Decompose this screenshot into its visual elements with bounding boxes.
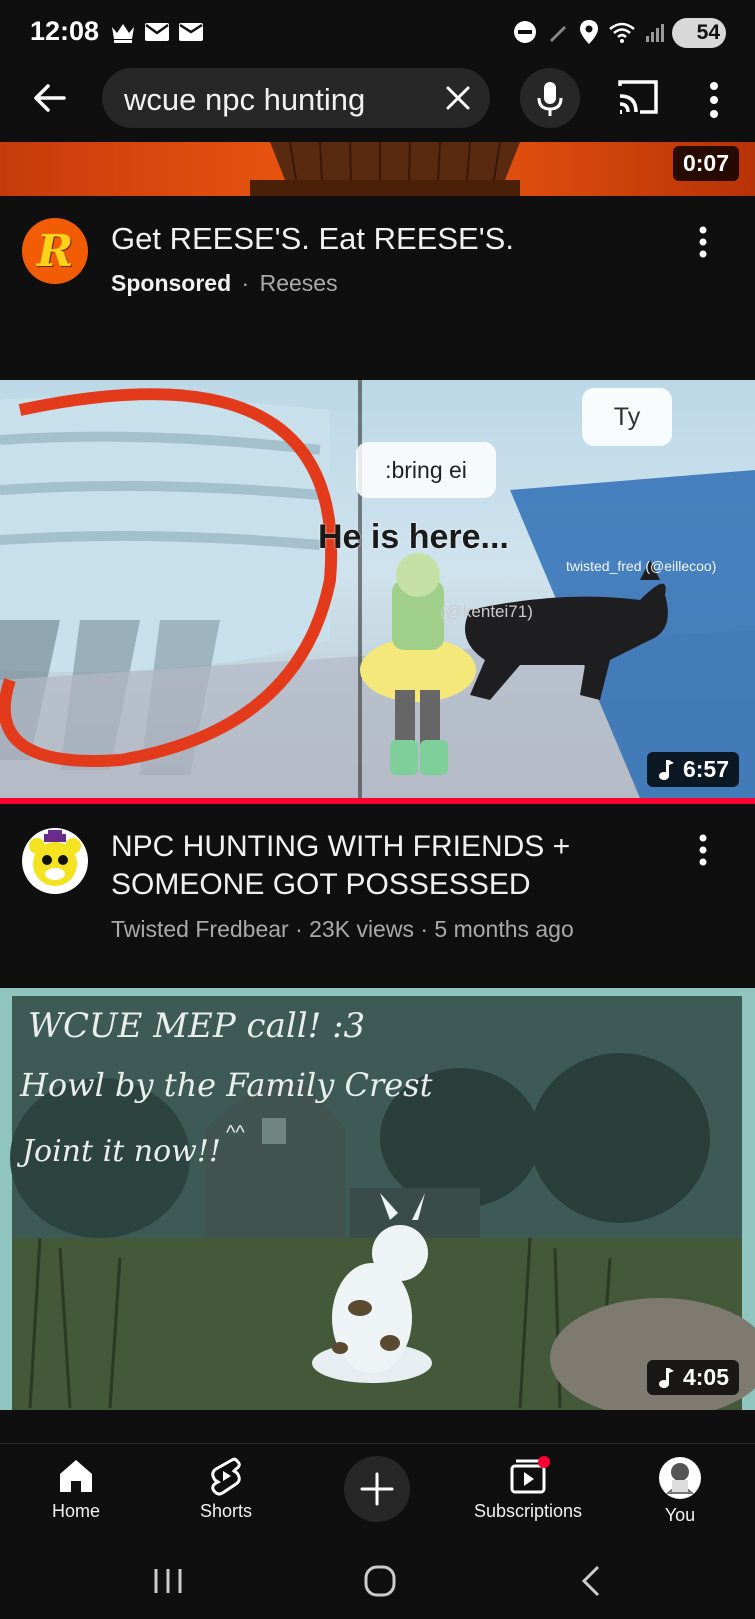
create-button[interactable]	[344, 1456, 410, 1522]
mail-icon	[179, 23, 203, 41]
ad-meta: Sponsored · Reeses	[111, 270, 338, 297]
ad-thumbnail[interactable]: 0:07	[0, 142, 755, 196]
chat-bubble-text: :bring ei	[385, 456, 467, 483]
recent-apps-icon	[154, 1569, 182, 1593]
kebab-menu-icon	[710, 82, 718, 118]
close-icon	[446, 86, 470, 110]
watch-progress-bar	[0, 798, 755, 804]
microphone-icon	[537, 82, 563, 116]
ad-title[interactable]: Get REESE'S. Eat REESE'S.	[111, 220, 514, 258]
nav-shorts-label: Shorts	[199, 1501, 253, 1521]
cupcake-image	[250, 142, 520, 196]
overlay-caption: He is here...	[318, 518, 509, 556]
video-thumbnail[interactable]: :bring ei Ty He is here... twisted_fred …	[0, 380, 755, 798]
location-icon	[580, 20, 598, 44]
plus-icon	[360, 1472, 394, 1506]
yellow-bear-avatar-icon	[29, 830, 81, 886]
nav-subscriptions[interactable]: Subscriptions	[468, 1456, 588, 1522]
wifi-icon	[609, 22, 635, 43]
do-not-disturb-icon	[514, 21, 536, 43]
video-duration: 6:57	[646, 752, 739, 787]
subscriptions-icon	[510, 1456, 550, 1494]
bottom-navigation: Home Shorts Subscriptions You	[0, 1443, 755, 1544]
voice-search-button[interactable]	[520, 68, 580, 128]
video-duration: 0:07	[672, 146, 739, 181]
kebab-menu-icon	[699, 226, 707, 258]
home-system-button[interactable]	[360, 1561, 400, 1601]
arrow-left-icon	[34, 84, 66, 112]
clear-search-button[interactable]	[440, 80, 476, 116]
back-system-button[interactable]	[574, 1563, 610, 1599]
video-meta: Twisted Fredbear · 23K views · 5 months …	[111, 916, 574, 942]
music-note-icon	[658, 759, 674, 780]
mail-icon	[145, 23, 169, 41]
player-tag: twisted_fred (@eillecoo)	[566, 558, 717, 574]
sponsored-label: Sponsored	[111, 270, 232, 296]
battery-level: 54	[696, 21, 720, 44]
ad-menu-button[interactable]	[688, 222, 718, 262]
back-chevron-icon	[581, 1565, 600, 1597]
chat-bubble: :bring ei	[356, 442, 496, 498]
advertiser-avatar[interactable]: R	[22, 218, 88, 284]
clock: 12:08	[30, 16, 100, 46]
back-button[interactable]	[28, 76, 72, 120]
duration-text: 0:07	[682, 150, 729, 176]
nav-you-label: You	[664, 1505, 696, 1525]
chat-bubble-text: Ty	[613, 402, 641, 431]
video-title[interactable]: NPC HUNTING WITH FRIENDS + SOMEONE GOT P…	[111, 828, 671, 904]
nav-home-label: Home	[51, 1501, 100, 1521]
pen-icon	[550, 26, 566, 42]
farm-scene-image	[0, 988, 755, 1410]
channel-avatar[interactable]	[22, 828, 88, 894]
video-thumbnail[interactable]: WCUE MEP call! :3 Howl by the Family Cre…	[0, 988, 755, 1410]
system-navigation-bar	[0, 1543, 755, 1619]
handwritten-caption: WCUE MEP call! :3	[28, 1006, 366, 1046]
player-tag: (@kentei71)	[440, 602, 533, 621]
notification-icons	[110, 18, 204, 46]
cast-icon	[618, 80, 658, 114]
nav-you[interactable]: You	[630, 1456, 730, 1526]
shorts-icon	[211, 1457, 241, 1496]
battery-indicator: 54	[672, 18, 726, 48]
more-options-button[interactable]	[700, 78, 728, 122]
video-duration: 4:05	[646, 1360, 739, 1395]
cast-button[interactable]	[614, 76, 662, 120]
profile-avatar-icon	[659, 1457, 701, 1499]
video-menu-button[interactable]	[688, 830, 718, 870]
duration-text: 6:57	[682, 756, 729, 782]
nav-subscriptions-label: Subscriptions	[473, 1501, 583, 1521]
handwritten-caption: Joint it now!!	[22, 1134, 221, 1169]
home-icon	[60, 1460, 92, 1492]
signal-icon	[646, 24, 664, 42]
reeses-logo-icon: R	[36, 225, 74, 277]
nav-home[interactable]: Home	[26, 1456, 126, 1522]
home-circle-icon	[364, 1565, 396, 1597]
nav-shorts[interactable]: Shorts	[176, 1456, 276, 1522]
handwritten-caption: ^^	[226, 1122, 245, 1144]
kebab-menu-icon	[699, 834, 707, 866]
chat-bubble: Ty	[582, 388, 672, 446]
music-note-icon	[658, 1367, 674, 1388]
system-icons	[512, 18, 668, 46]
recent-apps-button[interactable]	[150, 1563, 186, 1599]
advertiser-name: Reeses	[259, 270, 338, 296]
status-bar: 12:08 54	[0, 0, 755, 64]
handwritten-caption: Howl by the Family Crest	[20, 1066, 433, 1104]
crown-icon	[112, 24, 134, 43]
meta-separator: ·	[241, 270, 250, 296]
duration-text: 4:05	[682, 1364, 729, 1390]
search-query-text[interactable]: wcue npc hunting	[124, 82, 365, 118]
